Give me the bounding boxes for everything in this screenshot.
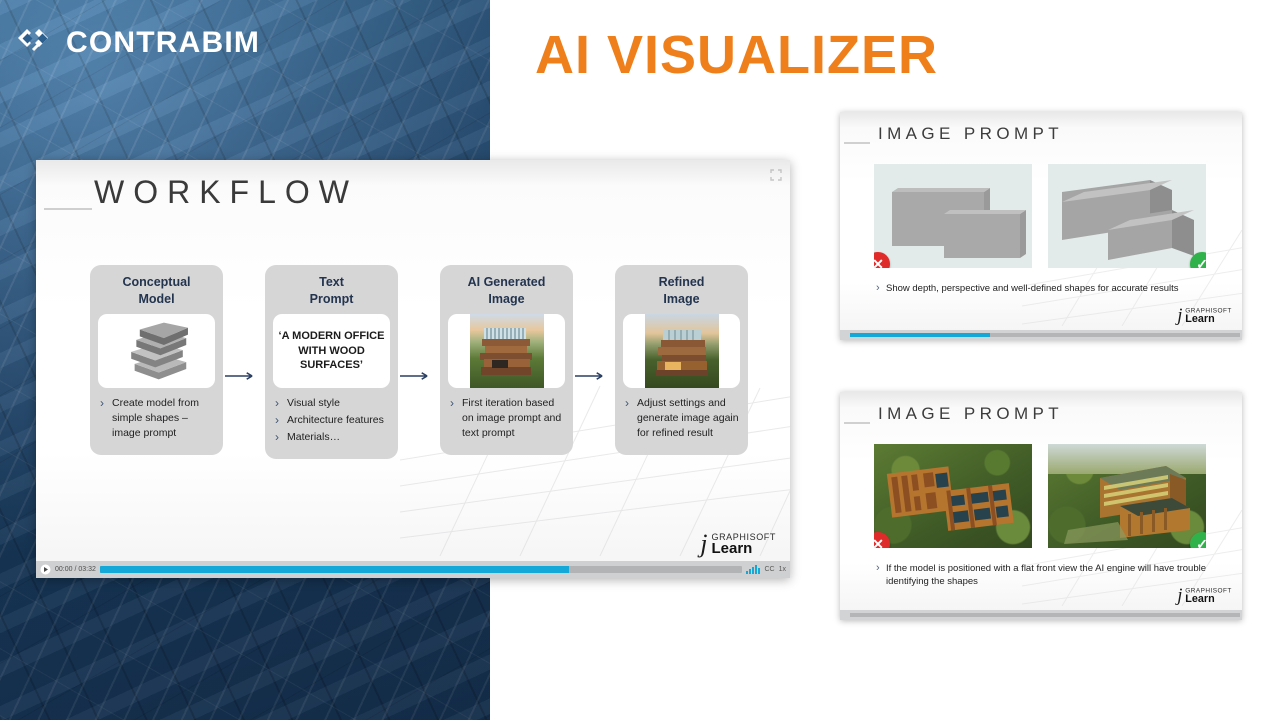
play-icon[interactable] (40, 564, 51, 575)
expand-arrows-icon[interactable] (770, 168, 782, 181)
card-title-line1: Conceptual (122, 275, 191, 289)
bullet-item: Materials… (274, 429, 389, 446)
slide-heading: IMAGE PROMPT (878, 404, 1064, 423)
learn-wordmark: Learn (711, 540, 753, 557)
image-prompt-slide-top[interactable]: IMAGE PROMPT ✕ ✓ › Show depth, perspecti… (840, 112, 1242, 340)
slide-progress-bar[interactable] (840, 330, 1242, 340)
learn-wordmark: Learn (1185, 312, 1215, 325)
video-timestamp: 00:00 / 03:32 (55, 566, 96, 573)
card-bullets: Visual style Architecture features Mater… (273, 395, 390, 446)
comparison-images: ✕ ✓ (874, 444, 1206, 548)
workflow-card-ai-generated-image: AI Generated Image › First iteration bas… (440, 265, 573, 455)
video-progress-fill (99, 566, 569, 573)
j-mark-icon: j (700, 529, 708, 559)
card-title-line2: Prompt (309, 291, 354, 306)
workflow-card-text-prompt: Text Prompt ‘A MODERN OFFICE WITH WOOD S… (265, 265, 398, 459)
workflow-card-refined-image: Refined Image › Adjust settings and gene… (615, 265, 748, 455)
graphisoft-learn-logo: j GRAPHISOFT Learn (1177, 584, 1232, 606)
flow-arrow-icon (573, 339, 615, 413)
slide-heading-rule (844, 142, 870, 144)
card-bullets: First iteration based on image prompt an… (448, 395, 565, 441)
contrabim-diamond-icon (14, 22, 56, 64)
graphisoft-learn-logo: j GRAPHISOFT Learn (700, 529, 776, 559)
card-title-line2: Model (138, 291, 175, 306)
card-title-line1: AI Generated (467, 275, 546, 289)
card-title-line2: Image (663, 291, 700, 306)
perspective-aerial-timber-building-image: ✓ (1048, 444, 1206, 548)
j-mark-icon: j (1177, 584, 1183, 606)
volume-bars-icon[interactable] (746, 565, 761, 574)
bullet-item: Adjust settings and generate image again… (624, 395, 739, 441)
card-bullets: Adjust settings and generate image again… (623, 395, 740, 441)
bullet-item: Visual style (274, 395, 389, 412)
video-progress-scrubber[interactable] (99, 566, 743, 573)
card-title: Conceptual Model (98, 274, 215, 307)
slide-caption: Show depth, perspective and well-defined… (876, 281, 1224, 297)
page-title: AI VISUALIZER (535, 25, 939, 85)
image-prompt-slide-bottom[interactable]: IMAGE PROMPT ✕ ✓ › If the model is posit… (840, 392, 1242, 620)
slide-progress-scrubber[interactable] (850, 333, 1240, 337)
bullet-item: First iteration based on image prompt an… (449, 395, 564, 441)
play-icon[interactable] (842, 612, 848, 618)
flat-front-view-grey-boxes-image: ✕ (874, 164, 1032, 268)
card-title: AI Generated Image (448, 274, 565, 307)
aerial-top-view-timber-building-image: ✕ (874, 444, 1032, 548)
card-title-line2: Image (488, 291, 525, 306)
card-bullets: Create model from simple shapes – image … (98, 395, 215, 441)
slide-heading: IMAGE PROMPT (878, 124, 1064, 143)
comparison-images: ✕ ✓ (874, 164, 1206, 268)
flow-arrow-icon (223, 339, 265, 413)
bullet-item: Create model from simple shapes – image … (99, 395, 214, 441)
ai-render-timber-office-image (448, 314, 565, 388)
slide-heading-rule (844, 422, 870, 424)
brand-logo: CONTRABIM (14, 22, 260, 64)
workflow-flow: Conceptual Model › Create model from sim… (90, 265, 748, 459)
refined-render-timber-office-image (623, 314, 740, 388)
stacked-blocks-3d-icon (98, 314, 215, 388)
perspective-view-grey-boxes-image: ✓ (1048, 164, 1206, 268)
text-prompt-quote: ‘A MODERN OFFICE WITH WOOD SURFACES’ (273, 314, 390, 388)
bullet-item: Architecture features (274, 412, 389, 429)
slide-progress-fill (850, 333, 991, 337)
slide-caption: If the model is positioned with a flat f… (876, 561, 1224, 589)
graphisoft-learn-logo: j GRAPHISOFT Learn (1177, 304, 1232, 326)
learn-wordmark: Learn (1185, 592, 1215, 605)
j-mark-icon: j (1177, 304, 1183, 326)
card-title: Text Prompt (273, 274, 390, 307)
card-title: Refined Image (623, 274, 740, 307)
slide-progress-scrubber[interactable] (850, 613, 1240, 617)
workflow-video-player[interactable]: WORKFLOW Conceptual Model › Create model… (36, 160, 790, 578)
video-control-bar[interactable]: 00:00 / 03:32 CC 1x (36, 561, 790, 578)
workflow-heading-rule (44, 208, 92, 210)
flow-arrow-icon (398, 339, 440, 413)
play-icon[interactable] (842, 332, 848, 338)
workflow-heading: WORKFLOW (94, 174, 358, 210)
slide-progress-bar[interactable] (840, 610, 1242, 620)
playback-speed-button[interactable]: 1x (779, 566, 786, 573)
brand-name: CONTRABIM (66, 26, 261, 59)
closed-captions-button[interactable]: CC (764, 566, 774, 573)
card-title-line1: Text (319, 275, 344, 289)
workflow-card-conceptual-model: Conceptual Model › Create model from sim… (90, 265, 223, 455)
card-title-line1: Refined (658, 275, 705, 289)
